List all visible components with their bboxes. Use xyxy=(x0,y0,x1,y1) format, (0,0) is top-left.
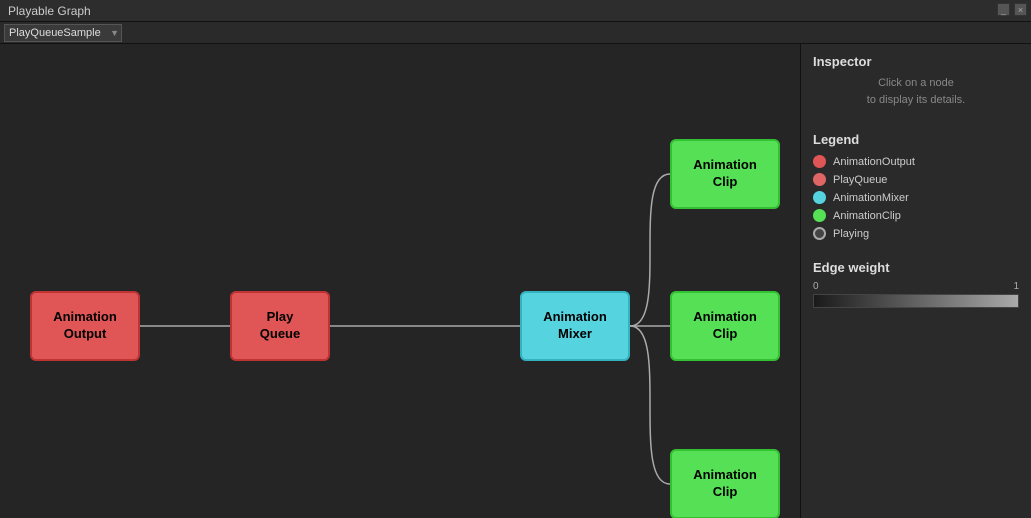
legend-label: AnimationOutput xyxy=(833,156,915,168)
inspector-panel: Inspector Click on a node to display its… xyxy=(800,44,1031,518)
inspector-hint: Click on a node to display its details. xyxy=(813,75,1019,108)
legend-label: Playing xyxy=(833,228,869,240)
legend-item: Playing xyxy=(813,227,1019,240)
toolbar: PlayQueueSample ▼ xyxy=(0,22,1031,44)
edge-weight-min: 0 xyxy=(813,281,819,292)
legend-items: AnimationOutput PlayQueue AnimationMixer An… xyxy=(813,155,1019,240)
edge-weight-labels: 0 1 xyxy=(813,281,1019,292)
legend-title: Legend xyxy=(813,132,1019,147)
edge-line xyxy=(630,174,670,326)
legend-dot xyxy=(813,173,826,186)
legend-item: AnimationClip xyxy=(813,209,1019,222)
legend-dot xyxy=(813,191,826,204)
graph-selector-wrap[interactable]: PlayQueueSample ▼ xyxy=(4,23,122,42)
node-animation-output[interactable]: Animation Output xyxy=(30,291,140,361)
legend-item: AnimationOutput xyxy=(813,155,1019,168)
legend-dot xyxy=(813,155,826,168)
edge-weight-title: Edge weight xyxy=(813,260,1019,275)
node-animation-mixer[interactable]: Animation Mixer xyxy=(520,291,630,361)
canvas-area: Animation Output Play Queue Animation Mixe… xyxy=(0,44,800,518)
minimize-button[interactable]: _ xyxy=(997,3,1010,16)
legend-dot xyxy=(813,227,826,240)
title-bar: Playable Graph _ × xyxy=(0,0,1031,22)
title-bar-controls: _ × xyxy=(997,3,1027,16)
edge-weight-bar xyxy=(813,294,1019,308)
legend-dot xyxy=(813,209,826,222)
node-play-queue[interactable]: Play Queue xyxy=(230,291,330,361)
legend-label: AnimationMixer xyxy=(833,192,909,204)
legend-label: AnimationClip xyxy=(833,210,901,222)
edge-weight-max: 1 xyxy=(1013,281,1019,292)
node-animation-clip-mid[interactable]: Animation Clip xyxy=(670,291,780,361)
node-animation-clip-top[interactable]: Animation Clip xyxy=(670,139,780,209)
close-button[interactable]: × xyxy=(1014,3,1027,16)
inspector-title: Inspector xyxy=(813,54,1019,69)
node-animation-clip-bot[interactable]: Animation Clip xyxy=(670,449,780,518)
title-bar-text: Playable Graph xyxy=(8,4,91,18)
legend-label: PlayQueue xyxy=(833,174,887,186)
legend-item: AnimationMixer xyxy=(813,191,1019,204)
edges-svg xyxy=(0,44,800,518)
edge-line xyxy=(630,326,670,484)
graph-selector[interactable]: PlayQueueSample xyxy=(4,24,122,42)
legend-item: PlayQueue xyxy=(813,173,1019,186)
